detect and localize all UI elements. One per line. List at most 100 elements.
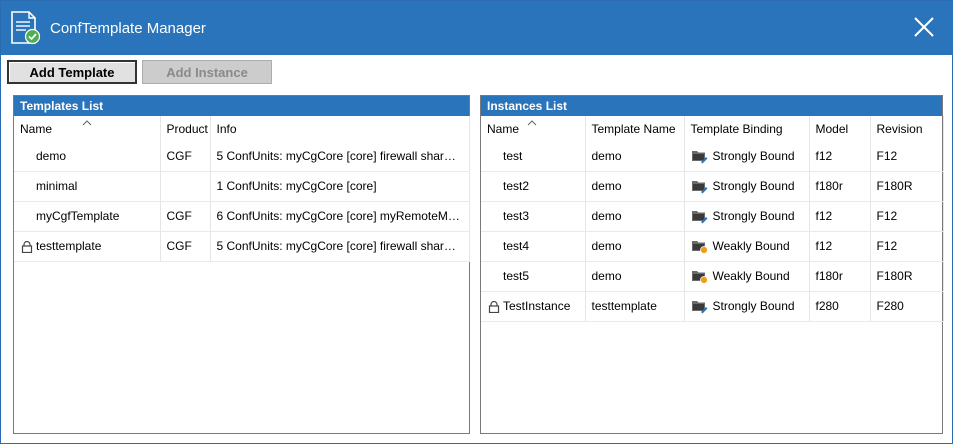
table-row[interactable]: test3 demo Strongly Bound f12 F12 (481, 201, 944, 232)
instance-name: test (503, 148, 523, 163)
column-header-info[interactable]: Info (210, 116, 470, 141)
binding-label: Weakly Bound (712, 269, 790, 283)
instance-model-cell: f12 (809, 231, 871, 262)
instance-template-cell: demo (585, 231, 685, 262)
document-check-icon (11, 11, 41, 45)
template-info-cell: 1 ConfUnits: myCgCore [core] (210, 171, 470, 202)
binding-label: Weakly Bound (712, 239, 790, 253)
template-name-cell[interactable]: myCgfTemplate (14, 201, 161, 232)
add-template-button[interactable]: Add Template (7, 60, 137, 84)
weak-bound-icon (691, 238, 709, 254)
column-header-name[interactable]: Name (481, 115, 586, 141)
instance-name: test2 (503, 179, 530, 193)
table-row[interactable]: test4 demo Weakly Bound f12 F12 (481, 231, 944, 262)
table-row[interactable]: test demo Strongly Bound f12 F12 (481, 141, 944, 172)
template-info-cell: 5 ConfUnits: myCgCore [core] firewall sh… (210, 231, 470, 262)
template-product-cell: CGF (160, 231, 211, 262)
instance-name: TestInstance (503, 299, 571, 313)
instances-list-title: Instances List (481, 96, 942, 116)
table-row[interactable]: TestInstance testtemplate Strongly Bound f2… (481, 291, 944, 322)
strong-bound-icon (691, 178, 709, 194)
instance-revision-cell: F180R (870, 261, 944, 292)
column-header-revision[interactable]: Revision (870, 116, 944, 141)
binding-label: Strongly Bound (712, 299, 795, 313)
instances-header-row: Name Template Name Template Binding Mode… (481, 115, 944, 141)
instance-name: test3 (503, 209, 530, 223)
instance-template-cell: demo (585, 201, 685, 232)
column-header-product[interactable]: Product (160, 116, 211, 141)
column-header-model[interactable]: Model (809, 116, 871, 141)
close-icon (913, 16, 935, 41)
instance-binding-cell: Weakly Bound (684, 261, 810, 292)
table-row[interactable]: test5 demo Weakly Bound f180r F180R (481, 261, 944, 292)
template-product-cell (160, 171, 211, 202)
table-row[interactable]: testtemplate CGF 5 ConfUnits: myCgCore [co… (14, 231, 470, 262)
template-name-cell[interactable]: demo (14, 141, 161, 172)
instance-name-cell[interactable]: test5 (481, 261, 586, 292)
instance-revision-cell: F180R (870, 171, 944, 202)
instance-revision-cell: F280 (870, 291, 944, 322)
instance-model-cell: f180r (809, 171, 871, 202)
column-header-template-name[interactable]: Template Name (585, 116, 685, 141)
instance-name-cell[interactable]: test2 (481, 171, 586, 202)
instance-revision-cell: F12 (870, 231, 944, 262)
instance-model-cell: f280 (809, 291, 871, 322)
template-name-cell[interactable]: minimal (14, 171, 161, 202)
template-product-cell: CGF (160, 141, 211, 172)
templates-panel: Templates List Name Product Info demoCG (13, 95, 470, 434)
binding-label: Strongly Bound (712, 148, 795, 163)
template-info-cell: 5 ConfUnits: myCgCore [core] firewall sh… (210, 141, 470, 172)
template-name: minimal (36, 179, 78, 193)
instance-name: test4 (503, 239, 530, 253)
instance-name-cell[interactable]: test3 (481, 201, 586, 232)
instance-name-cell[interactable]: TestInstance (481, 291, 586, 322)
instance-binding-cell: Strongly Bound (684, 201, 810, 232)
sort-ascending-icon (82, 115, 92, 129)
column-header-name[interactable]: Name (14, 115, 161, 141)
instance-name: test5 (503, 269, 530, 283)
template-name: myCgfTemplate (36, 209, 120, 223)
table-row[interactable]: myCgfTemplate CGF 6 ConfUnits: myCgCore [c… (14, 201, 470, 232)
sort-ascending-icon (527, 115, 537, 129)
weak-bound-icon (691, 268, 709, 284)
instance-name-cell[interactable]: test4 (481, 231, 586, 262)
instance-template-cell: demo (585, 261, 685, 292)
title-bar: ConfTemplate Manager (1, 1, 953, 55)
strong-bound-icon (691, 298, 709, 314)
table-row[interactable]: test2 demo Strongly Bound f180r F180R (481, 171, 944, 202)
instance-model-cell: f180r (809, 261, 871, 292)
instance-revision-cell: F12 (870, 201, 944, 232)
instance-name-cell[interactable]: test (481, 141, 586, 172)
template-product-cell: CGF (160, 201, 211, 232)
template-info-cell: 6 ConfUnits: myCgCore [core] myRemoteMan… (210, 201, 470, 232)
template-name: demo (36, 148, 67, 163)
instance-binding-cell: Strongly Bound (684, 171, 810, 202)
instance-binding-cell: Strongly Bound (684, 141, 810, 172)
instance-model-cell: f12 (809, 201, 871, 232)
instance-revision-cell: F12 (870, 141, 944, 172)
instance-model-cell: f12 (809, 141, 871, 172)
instance-template-cell: demo (585, 171, 685, 202)
instance-binding-cell: Weakly Bound (684, 231, 810, 262)
template-name-cell[interactable]: testtemplate (14, 231, 161, 262)
strong-bound-icon (691, 208, 709, 224)
window-title: ConfTemplate Manager (50, 20, 206, 37)
binding-label: Strongly Bound (712, 179, 795, 193)
lock-icon (21, 240, 33, 253)
instance-template-cell: demo (585, 141, 685, 172)
lock-icon (488, 300, 500, 313)
table-row[interactable]: demo CGF 5 ConfUnits: myCgCore [core] fire… (14, 141, 470, 172)
close-button[interactable] (901, 9, 947, 47)
templates-table: Name Product Info demo CGF 5 ConfUnits: my… (14, 116, 470, 262)
templates-list-title: Templates List (14, 96, 469, 116)
instance-binding-cell: Strongly Bound (684, 291, 810, 322)
strong-bound-icon (691, 148, 709, 164)
template-name: testtemplate (36, 239, 102, 253)
instances-table: Name Template Name Template Binding Mode… (481, 116, 944, 322)
instances-panel: Instances List Name Template Name Templa… (480, 95, 944, 434)
column-header-template-binding[interactable]: Template Binding (684, 116, 810, 141)
add-instance-button[interactable]: Add Instance (142, 60, 272, 84)
table-row[interactable]: minimal 1 ConfUnits: myCgCore [core] (14, 171, 470, 202)
app-window: ConfTemplate Manager Add Template Add In… (0, 0, 953, 444)
instance-template-cell: testtemplate (585, 291, 685, 322)
